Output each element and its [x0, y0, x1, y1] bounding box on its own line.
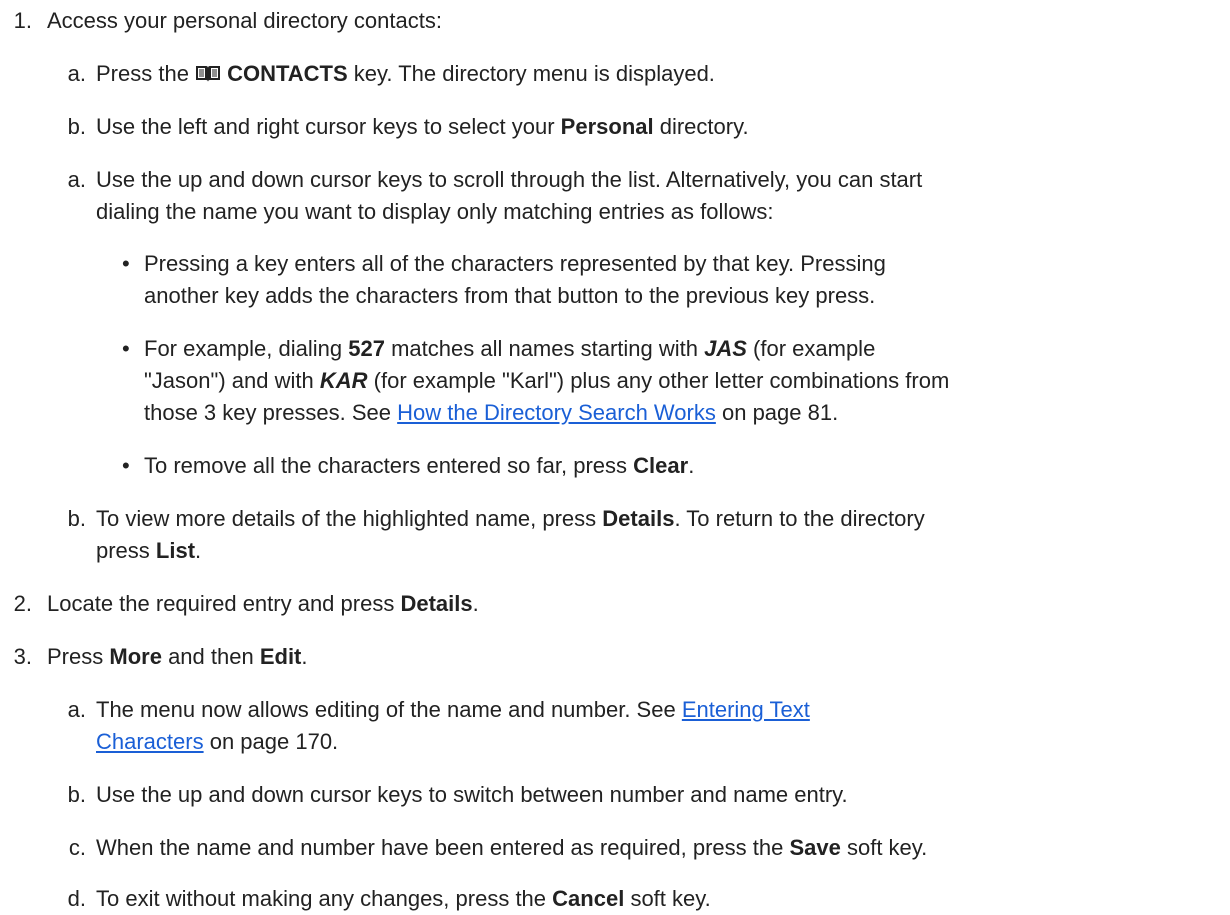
list-key-label: List: [155, 538, 196, 563]
step-3-post: .: [301, 644, 308, 669]
step-3c-text: When the name and number have been enter…: [96, 832, 927, 864]
step-3a-line-2: Characters on page 170.: [96, 726, 338, 758]
more-key-label: More: [109, 644, 162, 669]
step-3a-l2-post: on page 170.: [209, 729, 339, 754]
bullet-2-l2-a: "Jason") and with: [144, 368, 314, 393]
step-1d-line-1: To view more details of the highlighted …: [96, 503, 925, 535]
step-3-mid: and then: [168, 644, 254, 669]
step-1b-post: directory.: [659, 114, 749, 139]
step-3-number: 3.: [13, 644, 32, 669]
step-2-pre: Locate the required entry and press: [47, 591, 395, 616]
bullet-3-pre: To remove all the characters entered so …: [144, 453, 628, 478]
step-1a-pre: Press the: [96, 61, 189, 86]
bullet-2-l1-c: matches all names starting with: [391, 336, 698, 361]
bullet-1-line-1: Pressing a key enters all of the charact…: [144, 251, 886, 276]
step-1c-line-1: Use the up and down cursor keys to scrol…: [96, 167, 923, 192]
bullet-2-l2-c: (for example "Karl") plus any other lett…: [373, 368, 950, 393]
step-1b-text: Use the left and right cursor keys to se…: [96, 111, 749, 143]
step-1-text: Access your personal directory contacts:: [47, 8, 442, 33]
step-1c-line-2: dialing the name you want to display onl…: [96, 199, 774, 224]
step-3a-line-1: The menu now allows editing of the name …: [96, 694, 810, 726]
step-2-post: .: [472, 591, 479, 616]
step-2-number: 2.: [13, 591, 32, 616]
step-3a-l1-pre: The menu now allows editing of the name …: [96, 697, 676, 722]
bullet-2-l1-a: For example, dialing: [144, 336, 343, 361]
entering-text-link-cont[interactable]: Characters: [96, 729, 204, 754]
step-3c-post: soft key.: [846, 835, 928, 860]
step-3-pre: Press: [47, 644, 104, 669]
edit-key-label: Edit: [259, 644, 302, 669]
step-1d-l2-post: .: [195, 538, 202, 563]
personal-directory-label: Personal: [560, 114, 654, 139]
step-3b-letter: b.: [67, 782, 86, 807]
step-1a-letter: a.: [67, 61, 86, 86]
step-1d-line-2: press List.: [96, 535, 201, 567]
step-3-text: Press More and then Edit.: [47, 641, 308, 673]
bullet-2-line-2: "Jason") and with KAR (for example "Karl…: [144, 365, 949, 397]
step-1d-l2-pre: press: [96, 538, 150, 563]
bullet-2-line-1: For example, dialing 527 matches all nam…: [144, 333, 875, 365]
example-jas: JAS: [704, 336, 747, 361]
step-1a-text: Press the CONTACTS key. The directory me…: [96, 58, 715, 90]
bullet-2-l1-e: (for example: [753, 336, 876, 361]
step-3b-text: Use the up and down cursor keys to switc…: [96, 782, 848, 807]
step-1c-letter: a.: [67, 167, 86, 192]
bullet-2-l3-a: those 3 key presses. See: [144, 400, 392, 425]
entering-text-link[interactable]: Entering Text: [682, 697, 810, 722]
directory-search-link[interactable]: How the Directory Search Works: [397, 400, 716, 425]
details-key-label-2: Details: [400, 591, 473, 616]
save-key-label: Save: [789, 835, 841, 860]
clear-key-label: Clear: [633, 453, 689, 478]
step-1d-letter: b.: [67, 506, 86, 531]
bullet-2-marker: •: [122, 336, 130, 361]
step-3c-letter: c.: [68, 835, 86, 860]
open-book-icon: [196, 66, 221, 82]
bullet-2-l3-c: on page 81.: [721, 400, 839, 425]
step-3d-post: soft key.: [630, 886, 711, 911]
cancel-key-label: Cancel: [552, 886, 625, 911]
step-1b-pre: Use the left and right cursor keys to se…: [96, 114, 555, 139]
bullet-3-post: .: [688, 453, 695, 478]
step-3d-pre: To exit without making any changes, pres…: [96, 886, 547, 911]
step-3c-pre: When the name and number have been enter…: [96, 835, 784, 860]
bullet-3-line-1: To remove all the characters entered so …: [144, 450, 694, 482]
example-kar: KAR: [319, 368, 368, 393]
bullet-2-line-3: those 3 key presses. See How the Directo…: [144, 397, 838, 429]
example-digits: 527: [348, 336, 385, 361]
step-1a-post: key. The directory menu is displayed.: [353, 61, 715, 86]
bullet-1-line-2: another key adds the characters from tha…: [144, 283, 876, 308]
step-3d-letter: d.: [67, 886, 86, 911]
step-1d-l1-pre: To view more details of the highlighted …: [96, 506, 597, 531]
contacts-key-label: CONTACTS: [227, 61, 348, 86]
step-3d-text: To exit without making any changes, pres…: [96, 883, 711, 915]
document-page: 1. Access your personal directory contac…: [0, 0, 1230, 911]
step-3a-letter: a.: [67, 697, 86, 722]
bullet-3-marker: •: [122, 453, 130, 478]
details-key-label: Details: [602, 506, 675, 531]
step-1d-l1-post: . To return to the directory: [674, 506, 925, 531]
step-1-number: 1.: [13, 8, 32, 33]
step-1b-letter: b.: [67, 114, 86, 139]
bullet-1-marker: •: [122, 251, 130, 276]
step-2-text: Locate the required entry and press Deta…: [47, 588, 479, 620]
